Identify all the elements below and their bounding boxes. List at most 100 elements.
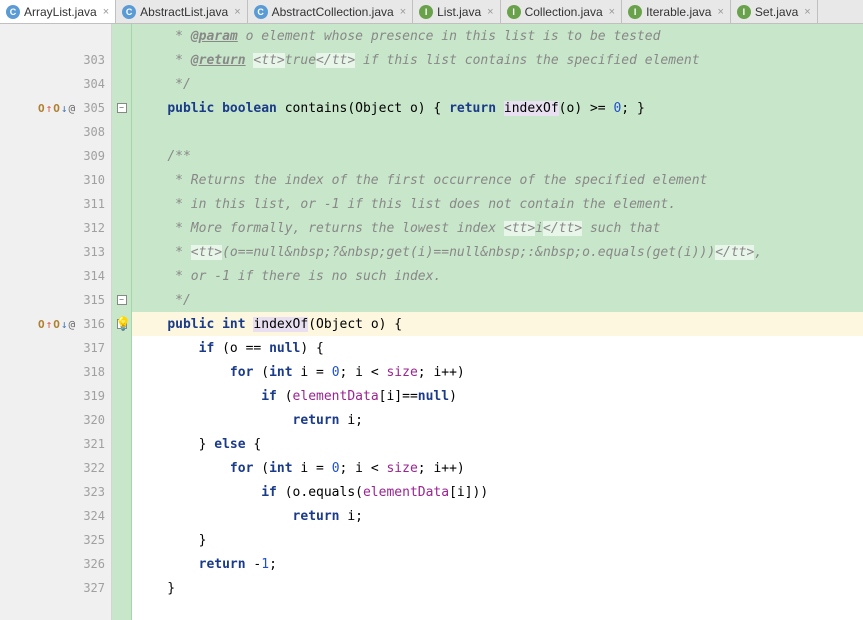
tab-label: Set.java [755, 5, 798, 19]
code-line[interactable]: if (o.equals(elementData[i])) [132, 480, 863, 504]
code-line[interactable]: for (int i = 0; i < size; i++) [132, 360, 863, 384]
override-up-icon[interactable]: O [38, 102, 45, 115]
line-number[interactable]: 320 [0, 408, 111, 432]
tab-label: Collection.java [525, 5, 603, 19]
code-line[interactable]: * @param o element whose presence in thi… [132, 24, 863, 48]
fold-toggle-icon[interactable]: − [117, 295, 127, 305]
code-line[interactable]: } [132, 528, 863, 552]
fold-cell [112, 216, 131, 240]
code-text: public boolean contains(Object o) { retu… [136, 101, 645, 116]
fold-cell [112, 24, 131, 48]
line-number[interactable]: 312 [0, 216, 111, 240]
line-number[interactable]: 327 [0, 576, 111, 600]
code-line[interactable]: if (o == null) { [132, 336, 863, 360]
code-line[interactable]: return i; [132, 504, 863, 528]
line-number[interactable]: 303 [0, 48, 111, 72]
tab-abstractcollection[interactable]: CAbstractCollection.java× [248, 0, 414, 23]
fold-cell [112, 120, 131, 144]
code-text: /** [136, 149, 191, 164]
annotation-icon[interactable]: @ [69, 318, 76, 331]
code-line[interactable]: /** [132, 144, 863, 168]
code-text: */ [136, 293, 191, 308]
line-number[interactable]: 321 [0, 432, 111, 456]
close-icon[interactable]: × [103, 6, 109, 18]
tab-arraylist[interactable]: CArrayList.java× [0, 0, 116, 23]
line-number[interactable]: 323 [0, 480, 111, 504]
override-up-icon[interactable]: O [38, 318, 45, 331]
code-line[interactable]: 💡 public int indexOf(Object o) { [132, 312, 863, 336]
line-number[interactable]: 317 [0, 336, 111, 360]
close-icon[interactable]: × [400, 6, 406, 18]
code-line[interactable]: return -1; [132, 552, 863, 576]
code-line[interactable]: */ [132, 288, 863, 312]
override-down-icon[interactable]: O [53, 102, 60, 115]
editor-area: 303304305O↑O↓ @3083093103113123133143153… [0, 24, 863, 620]
line-number[interactable] [0, 24, 111, 48]
line-number[interactable]: 310 [0, 168, 111, 192]
code-line[interactable]: * @return <tt>true</tt> if this list con… [132, 48, 863, 72]
code-line[interactable]: } [132, 576, 863, 600]
editor-tabs: CArrayList.java×CAbstractList.java×CAbst… [0, 0, 863, 24]
line-number[interactable]: 322 [0, 456, 111, 480]
tab-label: ArrayList.java [24, 5, 97, 19]
line-number[interactable]: 325 [0, 528, 111, 552]
code-text: */ [136, 77, 191, 92]
fold-cell [112, 336, 131, 360]
code-text: * or -1 if there is no such index. [136, 269, 441, 284]
gutter-markers[interactable]: O↑O↓ @ [38, 318, 75, 331]
fold-toggle-icon[interactable]: − [117, 103, 127, 113]
line-number[interactable]: 326 [0, 552, 111, 576]
code-text: if (o == null) { [136, 341, 324, 356]
fold-cell [112, 72, 131, 96]
line-number[interactable]: 324 [0, 504, 111, 528]
code-line[interactable] [132, 120, 863, 144]
line-number[interactable]: 305O↑O↓ @ [0, 96, 111, 120]
gutter-markers[interactable]: O↑O↓ @ [38, 102, 75, 115]
code-area[interactable]: * @param o element whose presence in thi… [132, 24, 863, 620]
fold-cell [112, 168, 131, 192]
arrow-down-icon: ↓ [61, 318, 68, 331]
line-number[interactable]: 313 [0, 240, 111, 264]
tab-iterable[interactable]: IIterable.java× [622, 0, 731, 23]
tab-label: Iterable.java [646, 5, 711, 19]
line-number[interactable]: 309 [0, 144, 111, 168]
line-number[interactable]: 308 [0, 120, 111, 144]
tab-collection[interactable]: ICollection.java× [501, 0, 622, 23]
close-icon[interactable]: × [804, 6, 810, 18]
line-number[interactable]: 311 [0, 192, 111, 216]
code-text: return i; [136, 413, 363, 428]
line-number[interactable]: 316O↑O↓ @ [0, 312, 111, 336]
code-line[interactable]: if (elementData[i]==null) [132, 384, 863, 408]
tab-label: List.java [437, 5, 481, 19]
line-number[interactable]: 319 [0, 384, 111, 408]
close-icon[interactable]: × [234, 6, 240, 18]
tab-abstractlist[interactable]: CAbstractList.java× [116, 0, 247, 23]
code-line[interactable]: * or -1 if there is no such index. [132, 264, 863, 288]
tab-set[interactable]: ISet.java× [731, 0, 818, 23]
close-icon[interactable]: × [609, 6, 615, 18]
class-icon: C [122, 5, 136, 19]
close-icon[interactable]: × [717, 6, 723, 18]
code-line[interactable]: } else { [132, 432, 863, 456]
code-line[interactable]: */ [132, 72, 863, 96]
code-line[interactable]: * More formally, returns the lowest inde… [132, 216, 863, 240]
code-line[interactable]: * in this list, or -1 if this list does … [132, 192, 863, 216]
code-line[interactable]: return i; [132, 408, 863, 432]
code-line[interactable]: for (int i = 0; i < size; i++) [132, 456, 863, 480]
lightbulb-icon[interactable]: 💡 [115, 317, 131, 332]
annotation-icon[interactable]: @ [69, 102, 76, 115]
code-line[interactable]: public boolean contains(Object o) { retu… [132, 96, 863, 120]
code-line[interactable]: * Returns the index of the first occurre… [132, 168, 863, 192]
fold-cell [112, 144, 131, 168]
fold-cell [112, 576, 131, 600]
code-line[interactable]: * <tt>(o==null&nbsp;?&nbsp;get(i)==null&… [132, 240, 863, 264]
line-number[interactable]: 304 [0, 72, 111, 96]
tab-list[interactable]: I List.java × [413, 0, 500, 23]
interface-icon: I [419, 5, 433, 19]
line-number[interactable]: 315 [0, 288, 111, 312]
line-number[interactable]: 314 [0, 264, 111, 288]
line-number[interactable]: 318 [0, 360, 111, 384]
override-down-icon[interactable]: O [53, 318, 60, 331]
close-icon[interactable]: × [487, 6, 493, 18]
code-text: * More formally, returns the lowest inde… [136, 221, 660, 236]
